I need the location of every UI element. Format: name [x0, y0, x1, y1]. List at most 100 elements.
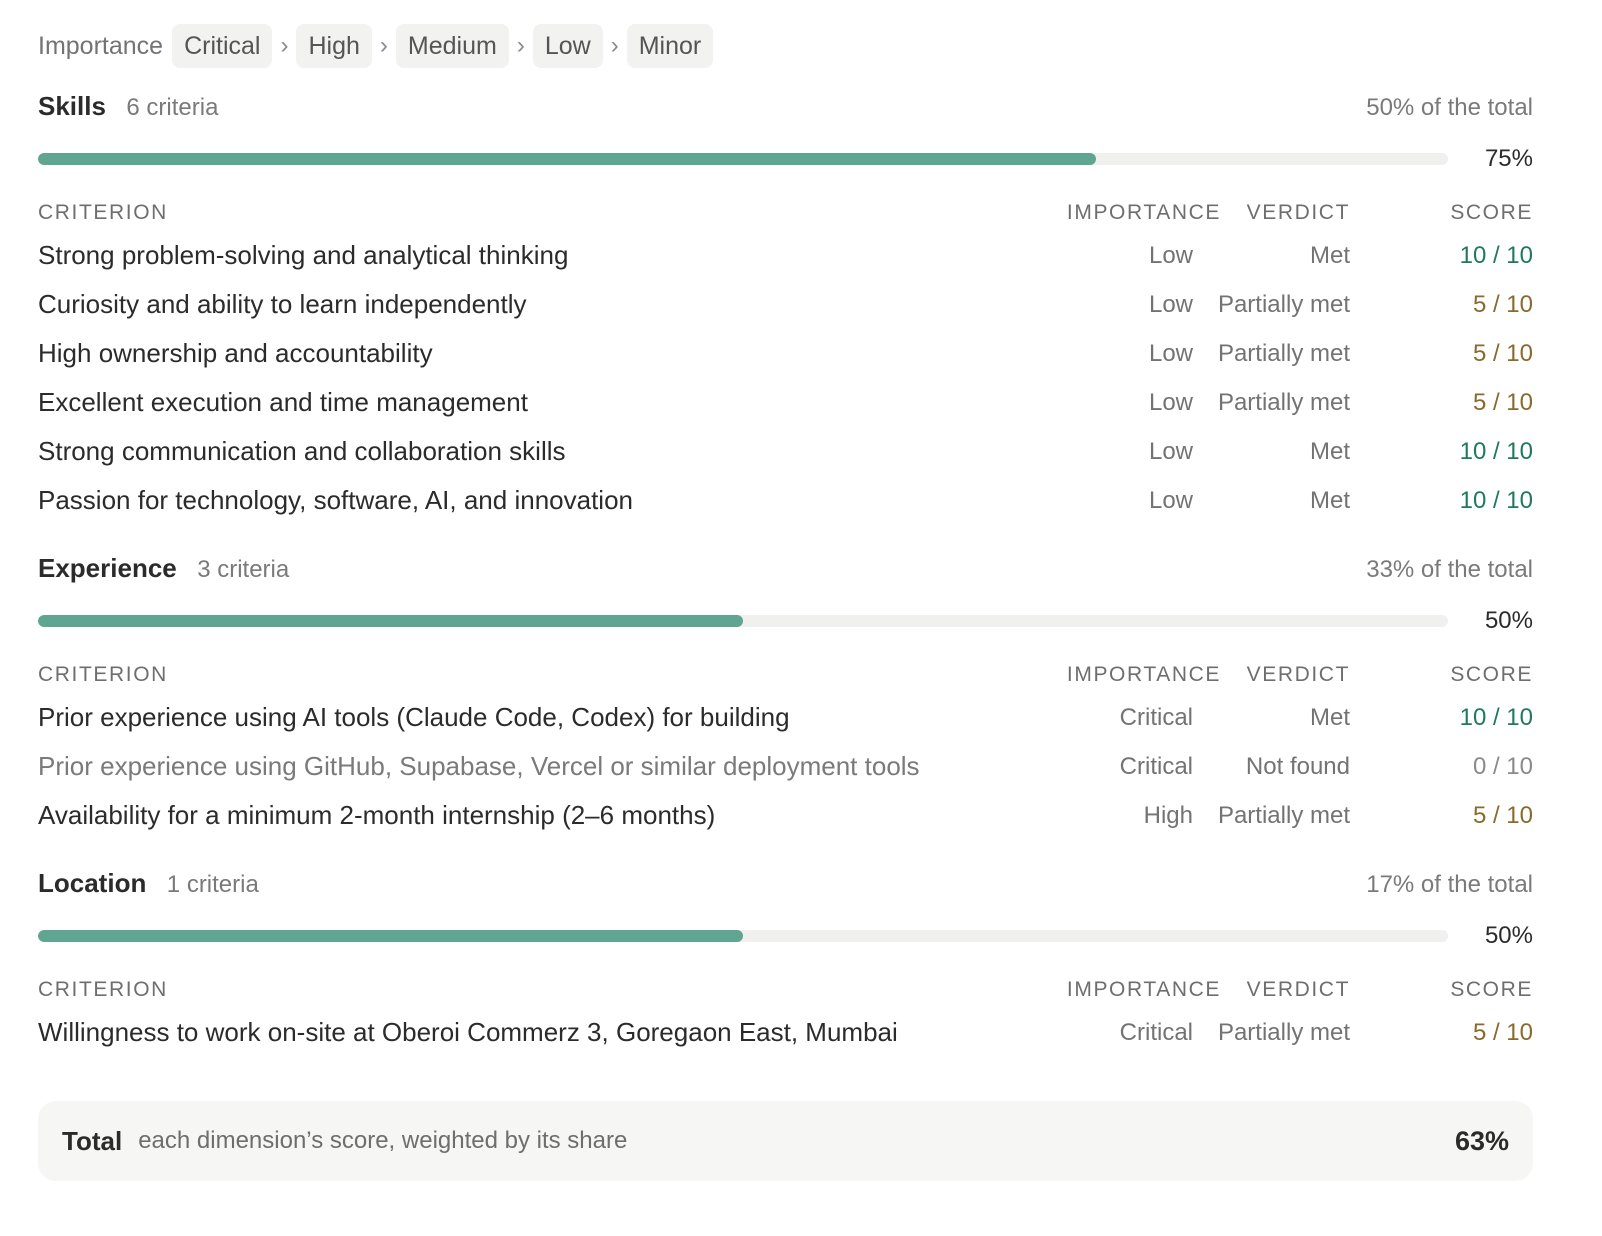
criterion-text: Curiosity and ability to learn independe… — [38, 289, 527, 319]
section-header: Experience 3 criteria 33% of the total — [38, 553, 1533, 593]
verdict-value: Met — [1309, 241, 1350, 269]
importance-value: Critical — [1119, 703, 1193, 731]
score-value: 10 / 10 — [1459, 241, 1533, 269]
verdict-value: Partially met — [1217, 339, 1350, 367]
section-experience: Experience 3 criteria 33% of the total 5… — [38, 553, 1533, 840]
total-description: each dimension’s score, weighted by its … — [138, 1127, 628, 1154]
importance-value: Low — [1148, 388, 1193, 416]
section-header: Location 1 criteria 17% of the total — [38, 868, 1533, 908]
total-score: 63% — [1454, 1125, 1509, 1156]
importance-chip-critical: Critical — [172, 24, 273, 68]
table-header: CRITERION IMPORTANCE VERDICT SCORE — [38, 657, 1533, 693]
criterion-text: Prior experience using GitHub, Supabase,… — [38, 751, 920, 781]
score-value: 5 / 10 — [1472, 801, 1533, 829]
score-value: 0 / 10 — [1472, 752, 1533, 780]
chevron-right-icon: › — [610, 32, 619, 59]
column-score: SCORE — [1450, 978, 1533, 1001]
column-verdict: VERDICT — [1246, 978, 1350, 1001]
section-skills: Skills 6 criteria 50% of the total 75% C… — [38, 91, 1533, 525]
chevron-right-icon: › — [379, 32, 388, 59]
importance-legend: Importance Critical › High › Medium › Lo… — [38, 24, 1533, 68]
section-progress: 50% — [38, 601, 1533, 641]
chevron-right-icon: › — [280, 32, 289, 59]
section-weight: 50% of the total — [1366, 94, 1533, 121]
table-row: Excellent execution and time management … — [38, 378, 1533, 427]
progress-percent: 50% — [1484, 607, 1533, 634]
verdict-value: Met — [1309, 703, 1350, 731]
evaluation-breakdown: Importance Critical › High › Medium › Lo… — [38, 24, 1533, 1057]
column-verdict: VERDICT — [1246, 663, 1350, 686]
progress-fill — [38, 153, 1096, 165]
criterion-text: High ownership and accountability — [38, 338, 433, 368]
table-row: Passion for technology, software, AI, an… — [38, 476, 1533, 525]
section-criteria-count: 1 criteria — [166, 871, 259, 898]
importance-chip-medium: Medium — [395, 24, 509, 68]
score-value: 10 / 10 — [1459, 703, 1533, 731]
importance-legend-label: Importance — [38, 31, 164, 60]
importance-value: Critical — [1119, 752, 1193, 780]
table-row: High ownership and accountability Low Pa… — [38, 329, 1533, 378]
section-title: Location — [38, 868, 147, 898]
column-importance: IMPORTANCE — [1066, 663, 1221, 686]
score-value: 5 / 10 — [1472, 1018, 1533, 1046]
table-row: Prior experience using GitHub, Supabase,… — [38, 742, 1533, 791]
table-row: Strong problem-solving and analytical th… — [38, 231, 1533, 280]
column-importance: IMPORTANCE — [1066, 978, 1221, 1001]
importance-value: Critical — [1119, 1018, 1193, 1046]
column-verdict: VERDICT — [1246, 201, 1350, 224]
progress-track — [38, 615, 1448, 627]
section-weight: 17% of the total — [1366, 871, 1533, 898]
progress-percent: 50% — [1484, 922, 1533, 949]
importance-chip-minor: Minor — [626, 24, 714, 68]
criterion-text: Prior experience using AI tools (Claude … — [38, 702, 790, 732]
column-importance: IMPORTANCE — [1066, 201, 1221, 224]
section-criteria-count: 6 criteria — [126, 94, 219, 121]
column-criterion: CRITERION — [38, 978, 168, 1001]
verdict-value: Not found — [1245, 752, 1350, 780]
column-criterion: CRITERION — [38, 201, 168, 224]
importance-value: Low — [1148, 486, 1193, 514]
section-title: Skills — [38, 91, 106, 121]
criterion-text: Passion for technology, software, AI, an… — [38, 485, 633, 515]
total-label: Total — [62, 1125, 123, 1156]
section-criteria-count: 3 criteria — [197, 556, 290, 583]
table-row: Availability for a minimum 2-month inter… — [38, 791, 1533, 840]
verdict-value: Met — [1309, 437, 1350, 465]
importance-value: High — [1143, 801, 1193, 829]
verdict-value: Partially met — [1217, 290, 1350, 318]
section-progress: 75% — [38, 139, 1533, 179]
section-location: Location 1 criteria 17% of the total 50%… — [38, 868, 1533, 1057]
score-value: 10 / 10 — [1459, 437, 1533, 465]
verdict-value: Partially met — [1217, 388, 1350, 416]
column-criterion: CRITERION — [38, 663, 168, 686]
progress-fill — [38, 615, 743, 627]
section-weight: 33% of the total — [1366, 556, 1533, 583]
importance-value: Low — [1148, 241, 1193, 269]
criterion-text: Strong problem-solving and analytical th… — [38, 240, 569, 270]
importance-value: Low — [1148, 437, 1193, 465]
progress-fill — [38, 930, 743, 942]
progress-percent: 75% — [1484, 145, 1533, 172]
progress-track — [38, 930, 1448, 942]
score-value: 5 / 10 — [1472, 388, 1533, 416]
criterion-text: Strong communication and collaboration s… — [38, 436, 566, 466]
table-header: CRITERION IMPORTANCE VERDICT SCORE — [38, 195, 1533, 231]
importance-value: Low — [1148, 339, 1193, 367]
section-progress: 50% — [38, 916, 1533, 956]
chevron-right-icon: › — [516, 32, 525, 59]
verdict-value: Met — [1309, 486, 1350, 514]
score-value: 10 / 10 — [1459, 486, 1533, 514]
table-row: Curiosity and ability to learn independe… — [38, 280, 1533, 329]
column-score: SCORE — [1450, 663, 1533, 686]
criterion-text: Willingness to work on-site at Oberoi Co… — [38, 1017, 898, 1047]
column-score: SCORE — [1450, 201, 1533, 224]
score-value: 5 / 10 — [1472, 339, 1533, 367]
section-title: Experience — [38, 553, 177, 583]
importance-value: Low — [1148, 290, 1193, 318]
total-summary: Total each dimension’s score, weighted b… — [38, 1101, 1533, 1181]
criterion-text: Excellent execution and time management — [38, 387, 528, 417]
progress-track — [38, 153, 1448, 165]
criterion-text: Availability for a minimum 2-month inter… — [38, 800, 716, 830]
table-header: CRITERION IMPORTANCE VERDICT SCORE — [38, 972, 1533, 1008]
importance-chip-low: Low — [532, 24, 603, 68]
